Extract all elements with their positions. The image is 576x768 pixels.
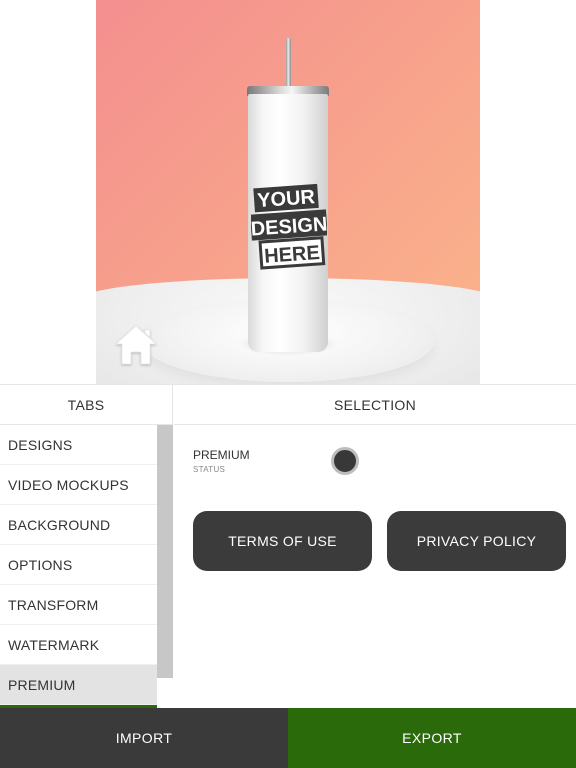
tab-video-mockups[interactable]: VIDEO MOCKUPS xyxy=(0,465,157,505)
tabs-panel: TABS DESIGNS VIDEO MOCKUPS BACKGROUND OP… xyxy=(0,385,173,709)
export-label: EXPORT xyxy=(402,730,462,746)
tab-background[interactable]: BACKGROUND xyxy=(0,505,157,545)
selection-header: SELECTION xyxy=(174,385,576,425)
premium-status-label: PREMIUM xyxy=(193,448,250,462)
selection-panel: SELECTION PREMIUM STATUS TERMS OF USE PR… xyxy=(174,385,576,709)
home-icon xyxy=(114,325,158,365)
bottom-action-bar: IMPORT EXPORT xyxy=(0,708,576,768)
tab-list-scrollbar[interactable] xyxy=(157,425,173,678)
editor-panels: TABS DESIGNS VIDEO MOCKUPS BACKGROUND OP… xyxy=(0,384,576,709)
design-text-line-1: YOUR xyxy=(257,186,317,212)
import-label: IMPORT xyxy=(115,730,173,746)
tab-options[interactable]: OPTIONS xyxy=(0,545,157,585)
tabs-header: TABS xyxy=(0,385,172,425)
tab-transform[interactable]: TRANSFORM xyxy=(0,585,157,625)
import-button[interactable]: IMPORT xyxy=(0,708,288,768)
export-button[interactable]: EXPORT xyxy=(288,708,576,768)
terms-of-use-button[interactable]: TERMS OF USE xyxy=(193,511,372,571)
privacy-policy-button[interactable]: PRIVACY POLICY xyxy=(387,511,566,571)
design-placeholder-graphic[interactable]: YOUR DESIGN HERE xyxy=(251,182,327,270)
terms-of-use-label: TERMS OF USE xyxy=(228,533,337,549)
mockup-preview-area: YOUR DESIGN HERE xyxy=(0,0,576,384)
tab-list: DESIGNS VIDEO MOCKUPS BACKGROUND OPTIONS… xyxy=(0,425,157,709)
tab-designs[interactable]: DESIGNS xyxy=(0,425,157,465)
home-button[interactable] xyxy=(112,322,160,368)
premium-status-sublabel: STATUS xyxy=(193,465,226,474)
design-text-line-3: HERE xyxy=(264,242,321,268)
tab-premium[interactable]: PREMIUM xyxy=(0,665,157,705)
privacy-policy-label: PRIVACY POLICY xyxy=(416,533,537,549)
premium-status-indicator[interactable] xyxy=(331,447,359,475)
tab-watermark[interactable]: WATERMARK xyxy=(0,625,157,665)
design-text-line-2: DESIGN xyxy=(251,213,327,240)
